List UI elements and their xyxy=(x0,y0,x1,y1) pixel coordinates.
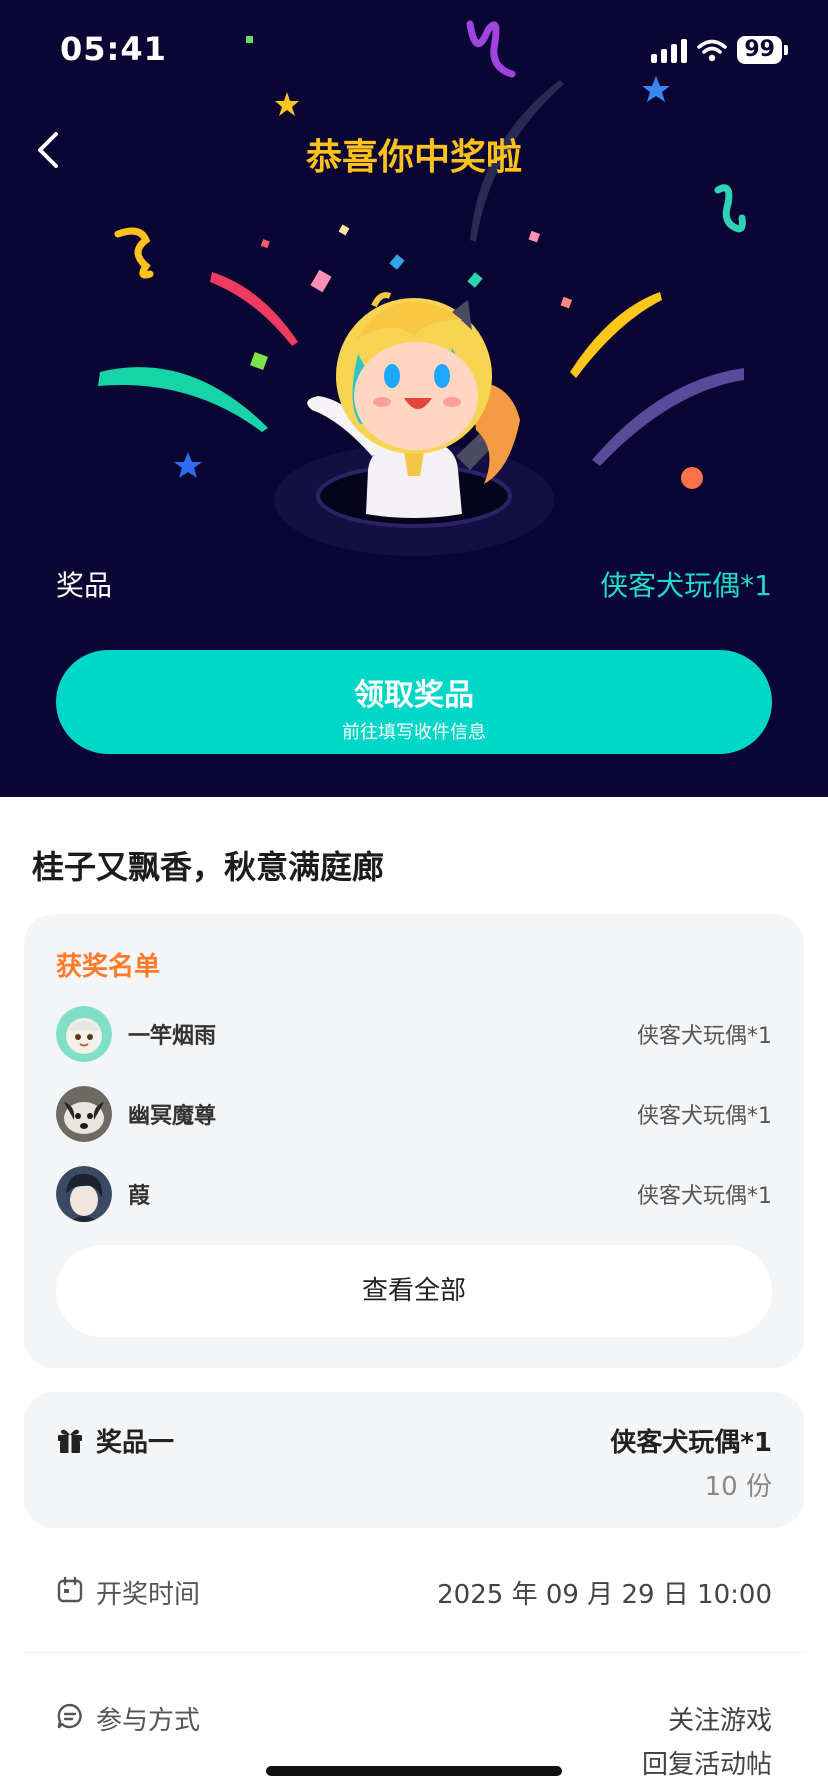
winners-title: 获奖名单 xyxy=(56,952,161,982)
prize-detail-card: 奖品一 侠客犬玩偶*1 10 份 xyxy=(24,1392,804,1528)
divider xyxy=(24,1652,804,1653)
chat-bubble-icon xyxy=(57,1703,82,1729)
claim-button-label: 领取奖品 xyxy=(354,678,474,713)
winner-prize: 侠客犬玩偶*1 xyxy=(637,1184,772,1209)
calendar-icon xyxy=(57,1576,83,1603)
winner-prize: 侠客犬玩偶*1 xyxy=(637,1024,772,1049)
winner-row[interactable]: 幽冥魔尊 侠客犬玩偶*1 xyxy=(56,1086,772,1142)
winner-name: 幽冥魔尊 xyxy=(128,1104,217,1129)
prize-quantity: 10 份 xyxy=(704,1472,772,1502)
hero-section: 05:41 99 恭喜你中奖啦 奖品 侠客犬玩偶*1 领取奖品 前往填写收件信息 xyxy=(0,0,828,797)
claim-prize-button[interactable]: 领取奖品 前往填写收件信息 xyxy=(56,650,772,754)
wifi-icon xyxy=(697,39,728,62)
winner-row[interactable]: 一竿烟雨 侠客犬玩偶*1 xyxy=(56,1006,772,1062)
prize-label: 奖品 xyxy=(56,569,113,602)
signal-icon xyxy=(651,37,688,63)
status-icons: 99 xyxy=(651,36,788,64)
prize-value: 侠客犬玩偶*1 xyxy=(600,569,772,602)
battery-tip xyxy=(784,45,788,55)
avatar xyxy=(56,1086,112,1142)
winner-row[interactable]: 葭 侠客犬玩偶*1 xyxy=(56,1166,772,1222)
status-bar: 05:41 99 xyxy=(0,28,828,72)
avatar xyxy=(56,1006,112,1062)
page-title: 恭喜你中奖啦 xyxy=(305,137,522,178)
gift-icon xyxy=(58,1429,82,1453)
winners-card: 获奖名单 一竿烟雨 侠客犬玩偶*1 幽冥魔尊 侠客犬玩偶*1 葭 侠客犬玩偶*1… xyxy=(24,914,804,1368)
participation-value-2: 回复活动帖 xyxy=(641,1750,772,1780)
winner-name: 葭 xyxy=(128,1184,151,1209)
prize-row: 奖品 侠客犬玩偶*1 xyxy=(56,564,772,604)
view-all-button[interactable]: 查看全部 xyxy=(56,1245,772,1337)
claim-button-sublabel: 前往填写收件信息 xyxy=(342,722,486,743)
celebration-illustration xyxy=(98,20,746,556)
draw-time-row: 开奖时间 2025 年 09 月 29 日 10:00 xyxy=(56,1574,772,1614)
status-time: 05:41 xyxy=(60,30,167,68)
avatar xyxy=(56,1166,112,1222)
event-title: 桂子又飘香，秋意满庭廊 xyxy=(32,848,385,886)
home-indicator xyxy=(266,1766,562,1776)
battery-icon: 99 xyxy=(737,36,782,64)
prize-item: 侠客犬玩偶*1 xyxy=(610,1428,772,1458)
prize-name: 奖品一 xyxy=(96,1428,175,1458)
draw-time-label: 开奖时间 xyxy=(96,1580,201,1610)
participation-label: 参与方式 xyxy=(96,1706,201,1736)
winner-prize: 侠客犬玩偶*1 xyxy=(637,1104,772,1129)
draw-time-value: 2025 年 09 月 29 日 10:00 xyxy=(437,1580,772,1610)
winner-name: 一竿烟雨 xyxy=(128,1024,217,1049)
participation-value-1: 关注游戏 xyxy=(667,1706,772,1736)
